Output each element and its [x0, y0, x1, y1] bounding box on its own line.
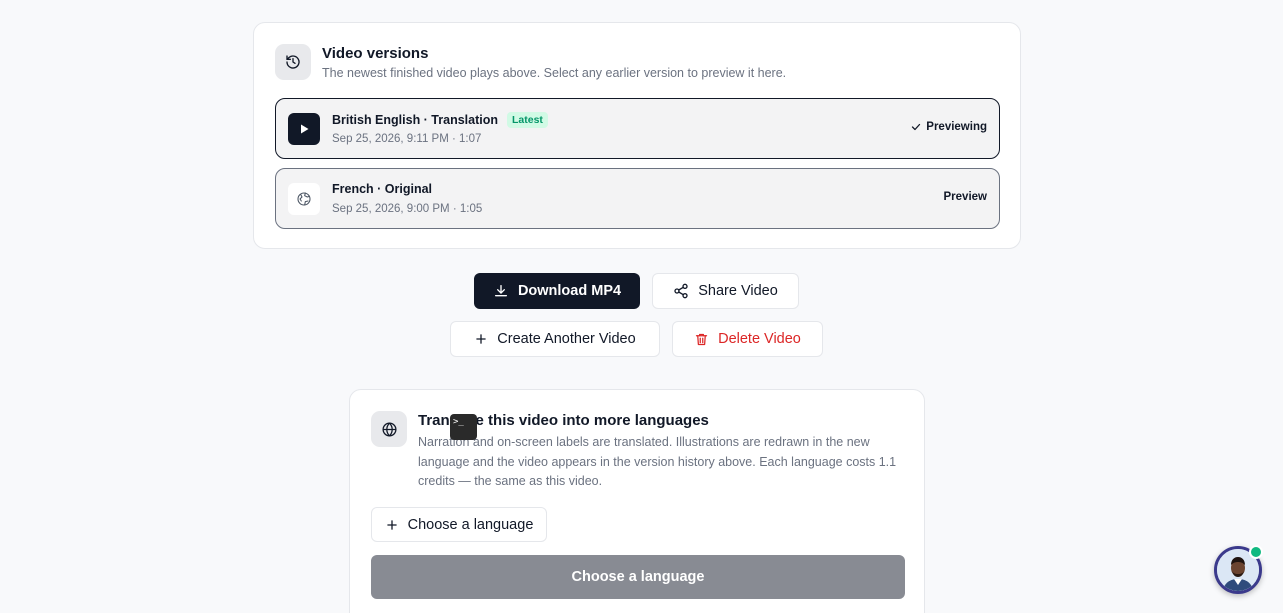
play-icon[interactable]: [288, 113, 320, 145]
versions-subtitle: The newest finished video plays above. S…: [322, 66, 787, 80]
version-title: French · Original: [332, 182, 433, 196]
check-icon: [912, 123, 921, 131]
versions-title: Video versions: [322, 45, 429, 62]
download-icon: [494, 285, 507, 297]
plus-icon: [476, 334, 487, 344]
globe-icon: [371, 411, 407, 447]
share-video-button[interactable]: Share Video: [652, 273, 799, 309]
translate-card: Translate this video into more languages…: [349, 389, 925, 613]
download-mp4-button[interactable]: Download MP4: [474, 273, 640, 309]
plus-icon: [386, 519, 397, 530]
trash-icon: [695, 333, 708, 345]
previewing-status: Previewing: [910, 121, 987, 133]
translate-description: Narration and on-screen labels are trans…: [418, 435, 897, 488]
preview-button[interactable]: Preview: [944, 191, 987, 203]
version-title: British English · Translation: [332, 113, 498, 127]
globe-icon: [288, 183, 320, 215]
delete-video-button[interactable]: Delete Video: [672, 321, 823, 357]
terminal-icon[interactable]: >_: [450, 414, 477, 440]
submit-language-button[interactable]: Choose a language: [371, 555, 905, 599]
version-row-british-english[interactable]: British English · Translation Latest Sep…: [275, 98, 1000, 159]
history-icon: [275, 44, 311, 80]
version-row-french[interactable]: French · Original Sep 25, 2026, 9:00 PM …: [275, 168, 1000, 229]
share-icon: [674, 283, 688, 299]
version-meta: Sep 25, 2026, 9:00 PM · 1:05: [332, 203, 483, 215]
online-status-dot: [1249, 545, 1263, 559]
create-another-video-button[interactable]: Create Another Video: [450, 321, 660, 357]
choose-language-button[interactable]: Choose a language: [371, 507, 547, 542]
video-versions-card: Video versions The newest finished video…: [253, 22, 1021, 249]
latest-badge: Latest: [507, 112, 548, 128]
version-meta: Sep 25, 2026, 9:11 PM · 1:07: [332, 133, 482, 145]
